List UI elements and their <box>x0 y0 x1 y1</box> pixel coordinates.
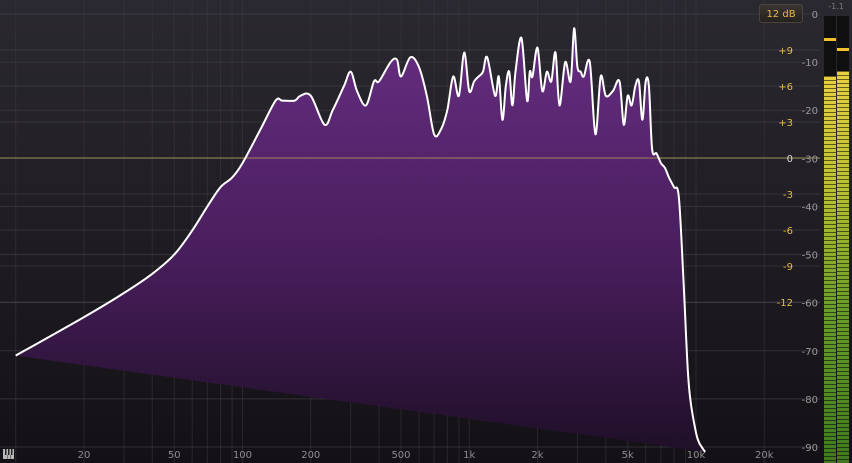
level-meter-right <box>837 16 849 463</box>
level-axis-label: -60 <box>802 299 818 310</box>
gain-axis-label: -12 <box>777 298 793 309</box>
gain-axis-label: -6 <box>783 226 793 237</box>
frequency-axis-label: 20k <box>755 450 774 461</box>
peak-readout: -1.1 <box>828 2 844 11</box>
level-axis-label: -50 <box>802 251 818 262</box>
level-meter-left-peak <box>824 37 836 41</box>
gain-axis-label: 0 <box>787 154 793 165</box>
frequency-axis-label: 100 <box>233 450 252 461</box>
level-meter-left-fill <box>824 75 836 463</box>
level-meter-right-fill <box>837 70 849 463</box>
frequency-axis-label: 10k <box>687 450 706 461</box>
spectrum-analyzer: +9 +6 +3 0 -3 -6 -9 -12 0 -10 -20 -30 -40 -50 -60 -70 -… <box>0 0 852 463</box>
range-button[interactable]: 12 dB <box>759 4 803 23</box>
piano-keyboard-icon[interactable] <box>3 449 14 459</box>
frequency-axis-label: 2k <box>531 450 543 461</box>
frequency-axis-label: 5k <box>622 450 634 461</box>
level-axis-label: -70 <box>802 347 818 358</box>
level-axis-label: -90 <box>802 443 818 454</box>
spectrum-display[interactable]: +9 +6 +3 0 -3 -6 -9 -12 0 -10 -20 -30 -40 -50 -60 -70 -… <box>0 0 852 463</box>
level-axis-label: -80 <box>802 395 818 406</box>
frequency-axis-label: 500 <box>391 450 410 461</box>
gain-axis-label: +6 <box>778 82 793 93</box>
frequency-axis-label: 50 <box>168 450 181 461</box>
level-axis-label: -40 <box>802 202 818 213</box>
level-meter-left <box>824 16 836 463</box>
level-axis-label: -20 <box>802 106 818 117</box>
gain-axis-label: +3 <box>778 118 793 129</box>
gain-axis-label: -3 <box>783 190 793 201</box>
frequency-axis-label: 20 <box>78 450 91 461</box>
frequency-axis-label: 1k <box>463 450 475 461</box>
level-axis-label: 0 <box>812 10 818 21</box>
level-meter-right-peak <box>837 47 849 51</box>
level-axis-label: -30 <box>802 154 818 165</box>
level-axis-label: -10 <box>802 58 818 69</box>
frequency-axis-label: 200 <box>301 450 320 461</box>
gain-axis-label: -9 <box>783 262 793 273</box>
gain-axis-label: +9 <box>778 46 793 57</box>
